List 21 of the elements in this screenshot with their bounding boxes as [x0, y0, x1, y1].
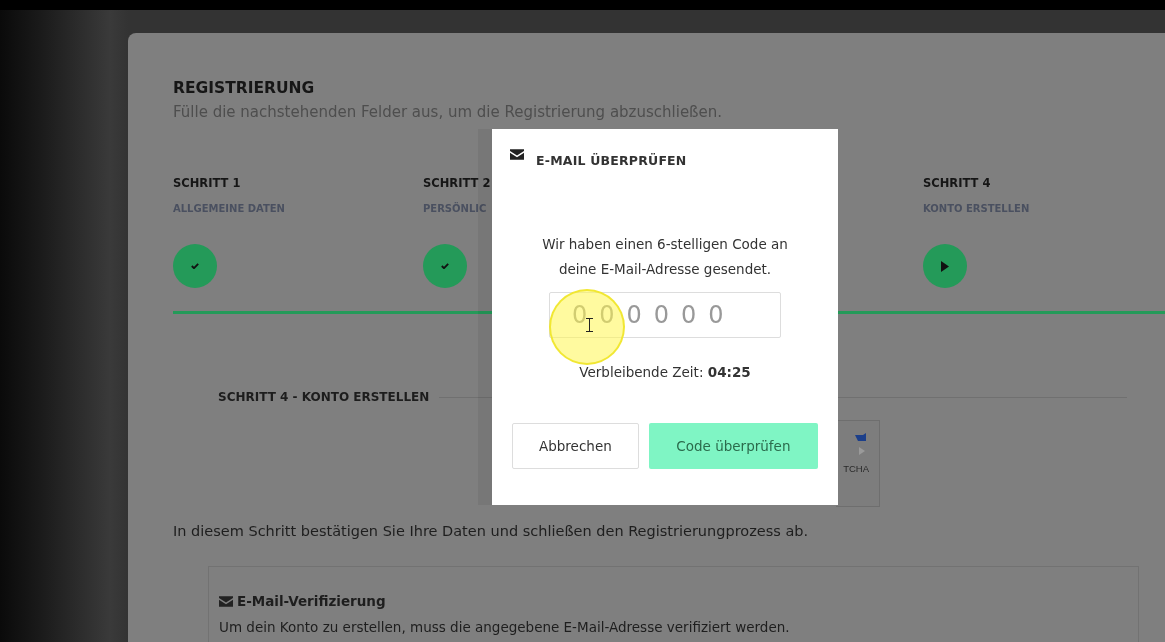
recaptcha-widget[interactable]: TCHA — [836, 420, 880, 507]
envelope-icon — [219, 595, 233, 607]
envelope-icon — [510, 149, 524, 160]
cancel-button[interactable]: Abbrechen — [512, 423, 639, 469]
panel-text: Um dein Konto zu erstellen, muss die angegebene E-Mail-Adresse verifiziert werden. — [219, 619, 791, 635]
check-icon — [191, 263, 199, 269]
dialog-title: E-MAIL ÜBERPRÜFEN — [536, 153, 687, 168]
section-title: SCHRITT 4 - KONTO ERSTELLEN — [218, 390, 430, 404]
panel-heading: E-Mail-Verifizierung — [237, 593, 386, 609]
step-number: SCHRITT 4 — [923, 176, 992, 190]
page-title: REGISTRIERUNG — [173, 79, 316, 97]
verify-code-button[interactable]: Code überprüfen — [648, 423, 818, 469]
play-icon — [941, 260, 949, 272]
step-number: SCHRITT 2 — [423, 176, 492, 190]
step-description: In diesem Schritt bestätigen Sie Ihre Daten und schließen den Registrierungprozess ab. — [173, 523, 810, 539]
step-number: SCHRITT 1 — [173, 176, 242, 190]
dialog-message: Wir haben einen 6-stelligen Code an deine E-Mail-Adresse gesendet. — [541, 235, 789, 279]
remaining-time: Verbleibende Zeit: 04:25 — [579, 364, 751, 380]
recaptcha-icon — [855, 433, 869, 457]
recaptcha-label: TCHA — [843, 463, 870, 474]
check-icon — [441, 263, 449, 269]
